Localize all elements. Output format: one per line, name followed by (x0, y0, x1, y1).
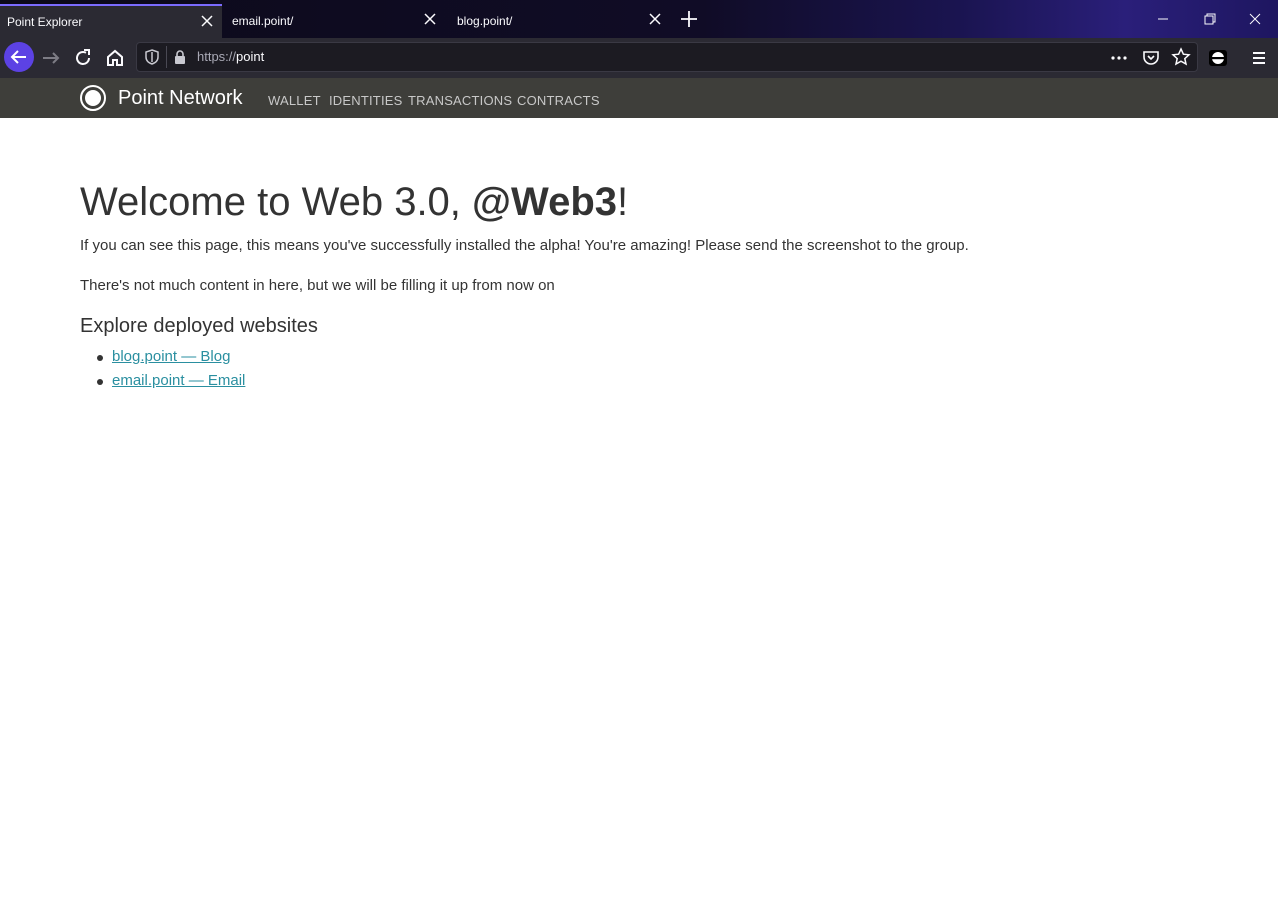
nav-contracts[interactable]: CONTRACTS (517, 93, 600, 108)
url-scheme: https:// (197, 49, 237, 64)
pocket-icon[interactable] (1141, 48, 1161, 68)
blog-link[interactable]: blog.point — Blog (112, 348, 230, 365)
address-bar[interactable]: https://point (136, 42, 1198, 72)
nav-wallet[interactable]: WALLET (268, 93, 321, 108)
section-heading: Explore deployed websites (80, 315, 318, 337)
back-arrow-icon (10, 50, 26, 64)
tab-point-explorer[interactable]: Point Explorer (0, 4, 222, 38)
tab-label: Point Explorer (7, 15, 83, 29)
intro-paragraph: If you can see this page, this means you… (80, 237, 969, 254)
list-item: blog.point — Blog (80, 348, 245, 372)
secondary-paragraph: There's not much content in here, but we… (80, 277, 555, 294)
forward-arrow-icon[interactable] (39, 46, 63, 70)
brand-link[interactable]: Point Network (118, 87, 243, 110)
url-text: https://point (197, 49, 264, 64)
website-list: blog.point — Blog email.point — Email (80, 348, 245, 396)
url-host: point (236, 49, 265, 64)
nav-transactions[interactable]: TRANSACTIONS (408, 93, 512, 108)
close-icon[interactable] (200, 14, 214, 28)
lock-icon[interactable] (173, 49, 187, 65)
extension-icon[interactable] (1206, 46, 1230, 70)
close-icon[interactable] (1242, 8, 1268, 30)
new-tab-plus-icon[interactable] (678, 8, 700, 30)
more-icon[interactable] (1109, 48, 1129, 68)
minimize-icon[interactable] (1150, 8, 1176, 30)
point-logo-icon[interactable] (80, 85, 106, 111)
hamburger-menu-icon[interactable] (1247, 46, 1271, 70)
title-prefix: Welcome to Web 3.0, (80, 180, 473, 224)
close-icon[interactable] (423, 12, 437, 26)
home-icon[interactable] (103, 46, 127, 70)
email-link[interactable]: email.point — Email (112, 372, 245, 389)
tab-email-point[interactable]: email.point/ (225, 4, 445, 38)
tab-label: blog.point/ (457, 14, 513, 28)
restore-icon[interactable] (1196, 8, 1222, 30)
site-navbar: Point Network WALLET IDENTITIES TRANSACT… (0, 78, 1278, 118)
tab-label: email.point/ (232, 14, 294, 28)
page-title: Welcome to Web 3.0, @Web3! (80, 180, 628, 225)
browser-tab-bar: Point Explorer email.point/ blog.point/ (0, 0, 1278, 38)
title-suffix: ! (617, 180, 629, 224)
close-icon[interactable] (648, 12, 662, 26)
browser-toolbar: https://point (0, 38, 1278, 78)
list-item: email.point — Email (80, 372, 245, 396)
back-button[interactable] (4, 42, 34, 72)
title-handle: @Web3 (472, 180, 617, 224)
star-icon[interactable] (1171, 47, 1191, 67)
shield-icon[interactable] (143, 48, 161, 66)
reload-icon[interactable] (71, 46, 95, 70)
nav-identities[interactable]: IDENTITIES (329, 93, 403, 108)
tab-blog-point[interactable]: blog.point/ (450, 4, 670, 38)
